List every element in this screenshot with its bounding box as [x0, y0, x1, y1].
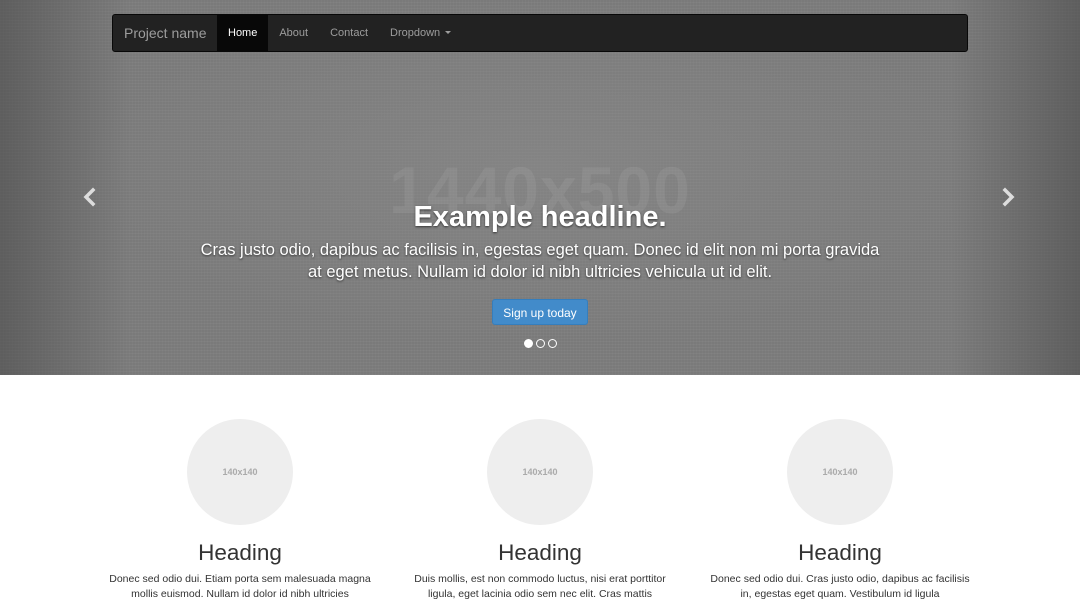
chevron-right-icon [1002, 187, 1015, 207]
carousel-indicator-2[interactable] [535, 339, 545, 348]
carousel-headline: Example headline. [413, 201, 667, 233]
caret-down-icon [445, 30, 452, 34]
column-text: Duis mollis, est non commodo luctus, nis… [414, 573, 666, 600]
circle-thumbnail-image: 140x140 [187, 419, 293, 525]
navbar-brand[interactable]: Project name [124, 15, 206, 51]
nav-item-about[interactable]: About [268, 15, 319, 51]
carousel-next-control[interactable] [998, 186, 1018, 208]
nav-item-home[interactable]: Home [217, 15, 269, 51]
nav-item-dropdown-label: Dropdown [390, 27, 441, 39]
carousel-prev-control[interactable] [80, 186, 100, 208]
carousel-text: Cras justo odio, dapibus ac facilisis in… [200, 241, 880, 281]
nav-item-dropdown[interactable]: Dropdown [379, 15, 462, 51]
column-heading: Heading [498, 540, 582, 565]
circle-thumbnail-image: 140x140 [487, 419, 593, 525]
carousel-caption: Example headline. Cras justo odio, dapib… [200, 199, 880, 325]
nav-item-contact[interactable]: Contact [319, 15, 379, 51]
top-navbar: Project name Home About Contact Dropdown [112, 14, 968, 52]
column-heading: Heading [798, 540, 882, 565]
column-text: Donec sed odio dui. Etiam porta sem male… [109, 573, 371, 600]
circle-thumbnail-image: 140x140 [787, 419, 893, 525]
hero-carousel: 1440x500 Example headline. Cras justo od… [0, 0, 1080, 375]
column-text: Donec sed odio dui. Cras justo odio, dap… [710, 573, 970, 600]
column-heading: Heading [198, 540, 282, 565]
navbar-menu: Home About Contact Dropdown [217, 15, 462, 51]
sign-up-button[interactable]: Sign up today [492, 299, 588, 325]
carousel-indicator-1[interactable] [523, 339, 533, 348]
carousel-indicators [0, 339, 1080, 348]
chevron-left-icon [83, 187, 96, 207]
marketing-section: 140x140 Heading Donec sed odio dui. Etia… [90, 375, 990, 600]
carousel-indicator-3[interactable] [547, 339, 557, 348]
